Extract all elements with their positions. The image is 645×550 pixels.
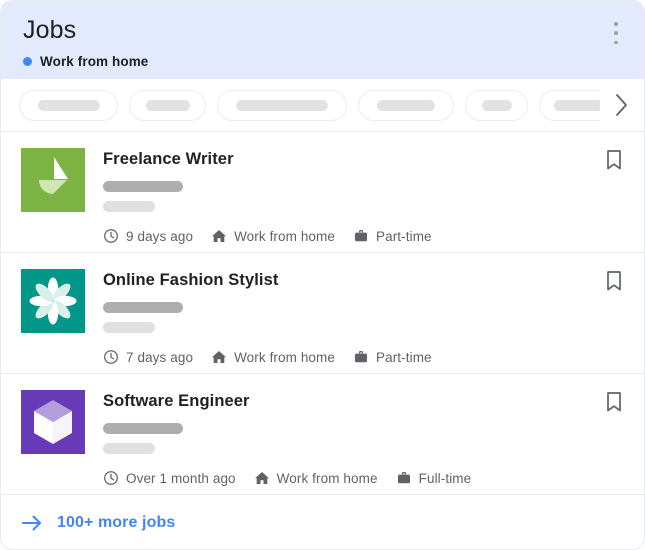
job-location-placeholder xyxy=(103,322,155,333)
job-details: Software Engineer Over 1 month ago Work fr… xyxy=(103,390,626,486)
job-title: Freelance Writer xyxy=(103,150,234,168)
job-location: Work from home xyxy=(211,349,335,365)
clock-icon xyxy=(104,350,118,364)
job-row[interactable]: Online Fashion Stylist 7 days ago Work fro… xyxy=(1,253,644,374)
job-type: Part-time xyxy=(353,349,432,365)
job-details: Online Fashion Stylist 7 days ago Work fro… xyxy=(103,269,626,365)
chip-placeholder-2[interactable] xyxy=(129,89,206,121)
chip-skeleton-pill xyxy=(236,99,328,111)
job-posted: 7 days ago xyxy=(103,349,193,365)
home-icon xyxy=(254,472,269,484)
job-row[interactable]: Software Engineer Over 1 month ago Work fr… xyxy=(1,374,644,495)
bookmark-button[interactable] xyxy=(604,148,626,172)
clock-icon xyxy=(104,471,118,485)
job-posted-label: 7 days ago xyxy=(126,349,194,365)
job-posted-label: 9 days ago xyxy=(126,228,194,244)
job-posted: 9 days ago xyxy=(103,228,193,244)
briefcase-icon xyxy=(355,230,367,242)
clock-icon xyxy=(104,229,118,243)
jobs-card: Jobs Work from home Freelance Writer 9 da… xyxy=(0,0,645,550)
jobs-header: Jobs Work from home xyxy=(1,1,644,79)
job-title: Online Fashion Stylist xyxy=(103,271,279,289)
job-location-label: Work from home xyxy=(276,470,378,486)
more-jobs-label: 100+ more jobs xyxy=(57,513,176,531)
active-filter-label: Work from home xyxy=(40,54,149,69)
arrow-right-icon xyxy=(21,514,43,532)
overflow-dot-1 xyxy=(614,22,618,26)
job-meta: 7 days ago Work from home Part-time xyxy=(103,349,626,365)
job-title: Software Engineer xyxy=(103,392,250,410)
chip-placeholder-6[interactable] xyxy=(539,89,600,121)
job-type: Full-time xyxy=(396,470,472,486)
overflow-dot-2 xyxy=(614,31,618,35)
bookmark-button[interactable] xyxy=(604,390,626,414)
bookmark-icon xyxy=(607,392,621,412)
chip-skeleton-pill xyxy=(481,99,512,111)
chip-placeholder-4[interactable] xyxy=(358,89,454,121)
company-logo xyxy=(21,269,85,333)
overflow-menu-icon[interactable] xyxy=(604,20,628,46)
cube-logo xyxy=(21,390,85,454)
job-location-placeholder xyxy=(103,443,155,454)
job-location: Work from home xyxy=(211,228,335,244)
job-type: Part-time xyxy=(353,228,432,244)
chip-skeleton-pill xyxy=(377,99,435,111)
home-icon xyxy=(212,351,227,363)
chip-skeleton-pill xyxy=(37,99,100,111)
chips-next-button[interactable] xyxy=(600,91,644,119)
sailboat-logo xyxy=(21,148,85,212)
bookmark-icon xyxy=(607,150,621,170)
job-location: Work from home xyxy=(254,470,378,486)
job-type-label: Part-time xyxy=(376,349,432,365)
chip-skeleton-pill xyxy=(145,99,190,111)
company-name-placeholder xyxy=(103,181,183,192)
job-posted-label: Over 1 month ago xyxy=(126,470,236,486)
more-jobs-link[interactable]: 100+ more jobs xyxy=(1,496,644,549)
flower-logo xyxy=(21,269,85,333)
company-logo xyxy=(21,390,85,454)
filter-chips xyxy=(19,89,600,121)
job-location-placeholder xyxy=(103,201,155,212)
job-location-label: Work from home xyxy=(234,349,335,365)
bookmark-icon xyxy=(607,271,621,291)
briefcase-icon xyxy=(397,472,410,484)
job-details: Freelance Writer 9 days ago Work from home… xyxy=(103,148,626,244)
filter-dot-icon xyxy=(23,57,32,66)
company-logo xyxy=(21,148,85,212)
overflow-dot-3 xyxy=(614,40,618,44)
briefcase-icon xyxy=(355,351,367,363)
chip-placeholder-3[interactable] xyxy=(217,89,347,121)
filter-chip-bar xyxy=(1,79,644,132)
bookmark-button[interactable] xyxy=(604,269,626,293)
active-filter: Work from home xyxy=(23,54,624,69)
job-type-label: Part-time xyxy=(376,228,432,244)
job-list: Freelance Writer 9 days ago Work from home… xyxy=(1,132,644,496)
job-type-label: Full-time xyxy=(418,470,472,486)
chip-placeholder-1[interactable] xyxy=(19,89,118,121)
job-meta: Over 1 month ago Work from home Full-time xyxy=(103,470,626,486)
job-meta: 9 days ago Work from home Part-time xyxy=(103,228,626,244)
chip-skeleton-pill xyxy=(554,99,600,111)
company-name-placeholder xyxy=(103,302,183,313)
page-title: Jobs xyxy=(23,16,77,44)
job-location-label: Work from home xyxy=(234,228,335,244)
company-name-placeholder xyxy=(103,423,183,434)
chip-placeholder-5[interactable] xyxy=(465,89,528,121)
job-posted: Over 1 month ago xyxy=(103,470,236,486)
home-icon xyxy=(212,230,227,242)
job-row[interactable]: Freelance Writer 9 days ago Work from home… xyxy=(1,132,644,253)
chevron-right-icon xyxy=(615,94,627,116)
